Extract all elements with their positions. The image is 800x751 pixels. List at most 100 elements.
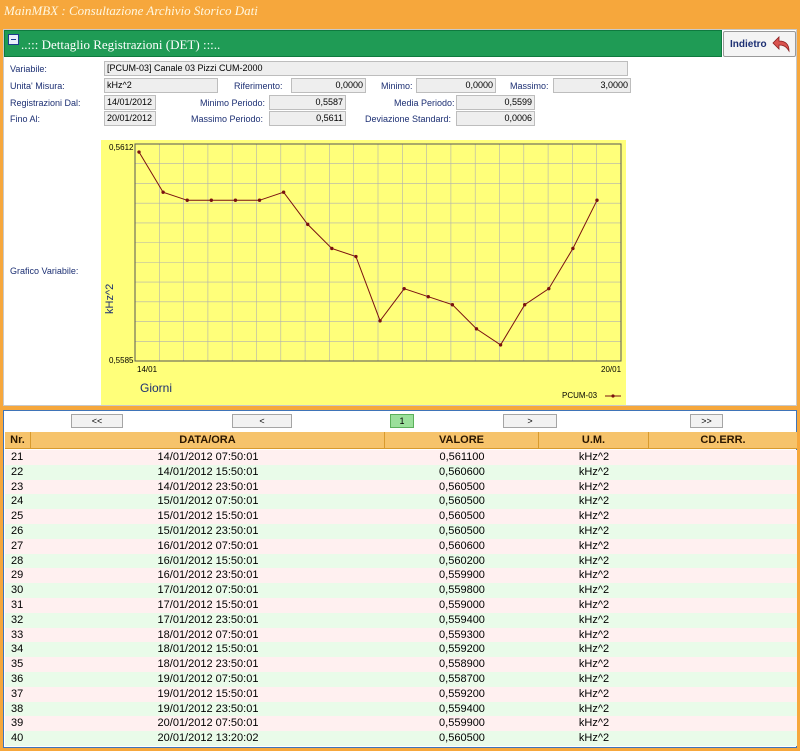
col-header-cd-err[interactable]: CD.ERR. [649, 432, 797, 449]
cell-valore: 0,560500 [439, 480, 485, 493]
col-header-um[interactable]: U.M. [539, 432, 649, 449]
pager-next-button[interactable]: > [503, 414, 557, 428]
cell-nr: 40 [11, 732, 24, 745]
cell-cd-err [649, 509, 797, 524]
cell-data-ora: 19/01/2012 07:50:01 [157, 673, 259, 685]
table-row[interactable]: 22 14/01/2012 15:50:01 0,560600 kHz^2 [5, 464, 797, 480]
back-button-label: Indietro [730, 39, 767, 50]
media-periodo-field: 0,5599 [456, 95, 535, 110]
table-row[interactable]: 26 15/01/2012 23:50:01 0,560500 kHz^2 [5, 524, 797, 539]
chart-point [137, 150, 141, 154]
pager-last-button[interactable]: >> [690, 414, 723, 428]
pager-current-page[interactable]: 1 [390, 414, 414, 428]
cell-cd-err [649, 702, 797, 717]
minimo-field: 0,0000 [416, 78, 496, 93]
cell-valore: 0,560500 [439, 525, 485, 537]
cell-nr: 29 [11, 569, 24, 582]
cell-cd-err [649, 672, 797, 687]
cell-um: kHz^2 [578, 465, 610, 478]
cell-data-ora: 16/01/2012 15:50:01 [157, 554, 259, 567]
cell-nr: 39 [11, 717, 24, 730]
cell-cd-err [649, 716, 797, 731]
chart-point [354, 254, 358, 259]
cell-cd-err [649, 450, 797, 465]
table-row[interactable]: 24 15/01/2012 07:50:01 0,560500 kHz^2 [5, 494, 797, 510]
chart-point [547, 286, 551, 291]
pager-prev-button[interactable]: < [232, 414, 292, 428]
chart-point [378, 319, 382, 323]
cell-cd-err [649, 731, 797, 746]
table-row[interactable]: 36 19/01/2012 07:50:01 0,558700 kHz^2 [5, 672, 797, 687]
cell-valore: 0,559900 [439, 717, 485, 730]
col-header-nr[interactable]: Nr. [5, 432, 31, 449]
chart-point [522, 303, 527, 307]
cell-um: kHz^2 [578, 569, 610, 582]
cell-nr: 38 [11, 702, 24, 715]
table-row[interactable]: 25 15/01/2012 15:50:01 0,560500 kHz^2 [5, 509, 797, 524]
cell-valore: 0,560200 [439, 554, 485, 567]
reg-dal-label: Registrazioni Dal: [10, 98, 81, 108]
cell-valore: 0,559800 [439, 584, 485, 597]
cell-data-ora: 14/01/2012 07:50:01 [157, 451, 259, 463]
table-row[interactable]: 35 18/01/2012 23:50:01 0,558900 kHz^2 [5, 657, 797, 672]
table-row[interactable]: 29 16/01/2012 23:50:01 0,559900 kHz^2 [5, 568, 797, 584]
cell-um: kHz^2 [578, 717, 610, 730]
table-row[interactable]: 23 14/01/2012 23:50:01 0,560500 kHz^2 [5, 479, 797, 495]
cell-valore: 0,558900 [439, 658, 485, 671]
table-row[interactable]: 32 17/01/2012 23:50:01 0,559400 kHz^2 [5, 612, 797, 628]
panel-title: ..::: Dettaglio Registrazioni (DET) :::.… [21, 37, 221, 52]
cell-valore: 0,560500 [439, 495, 485, 508]
chart-svg: 0,5612 0,5585 14/01 20/01 Giorni kHz^2 P… [104, 143, 622, 400]
cell-nr: 27 [11, 539, 24, 552]
x-tick-end: 20/01 [601, 365, 622, 374]
cell-data-ora: 18/01/2012 07:50:01 [157, 628, 259, 641]
legend-label: PCUM-03 [562, 391, 598, 400]
cell-data-ora: 14/01/2012 23:50:01 [157, 480, 259, 493]
cell-cd-err [649, 568, 797, 583]
cell-nr: 24 [11, 495, 24, 508]
pager-first-button[interactable]: << [71, 414, 123, 428]
x-axis-label: Giorni [140, 381, 172, 395]
chart-point [233, 198, 238, 202]
min-periodo-label: Minimo Periodo: [200, 98, 266, 108]
table-row[interactable]: 39 20/01/2012 07:50:01 0,559900 kHz^2 [5, 716, 797, 732]
table-row[interactable]: 21 14/01/2012 07:50:01 0,561100 kHz^2 [5, 450, 797, 465]
collapse-icon[interactable] [8, 34, 19, 45]
table-row[interactable]: 33 18/01/2012 07:50:01 0,559300 kHz^2 [5, 627, 797, 643]
col-header-valore[interactable]: VALORE [385, 432, 539, 449]
y-axis-label: kHz^2 [104, 284, 116, 314]
cell-data-ora: 17/01/2012 23:50:01 [157, 613, 259, 626]
table-row[interactable]: 37 19/01/2012 15:50:01 0,559200 kHz^2 [5, 686, 797, 702]
table-row[interactable]: 27 16/01/2012 07:50:01 0,560600 kHz^2 [5, 538, 797, 554]
cell-um: kHz^2 [578, 599, 610, 611]
cell-nr: 22 [11, 465, 24, 478]
chart-point [257, 198, 262, 202]
cell-nr: 23 [11, 480, 24, 493]
col-header-data-ora[interactable]: DATA/ORA [31, 432, 385, 449]
table-row[interactable]: 30 17/01/2012 07:50:01 0,559800 kHz^2 [5, 583, 797, 598]
chart-point [161, 190, 165, 194]
table-row[interactable]: 28 16/01/2012 15:50:01 0,560200 kHz^2 [5, 553, 797, 569]
table-row[interactable]: 40 20/01/2012 13:20:02 0,560500 kHz^2 [5, 731, 797, 746]
minimo-label: Minimo: [381, 81, 413, 91]
chart-point [402, 286, 406, 291]
cell-data-ora: 18/01/2012 23:50:01 [157, 658, 259, 671]
cell-um: kHz^2 [578, 702, 610, 715]
chart-grid [135, 144, 621, 361]
table-row[interactable]: 38 19/01/2012 23:50:01 0,559400 kHz^2 [5, 701, 797, 717]
cell-nr: 21 [11, 451, 24, 463]
cell-cd-err [649, 598, 797, 613]
cell-um: kHz^2 [578, 687, 610, 700]
cell-um: kHz^2 [578, 732, 610, 745]
cell-um: kHz^2 [578, 613, 610, 626]
cell-nr: 30 [11, 584, 24, 597]
cell-valore: 0,561100 [439, 451, 485, 463]
cell-um: kHz^2 [578, 539, 610, 552]
table-row[interactable]: 31 17/01/2012 15:50:01 0,559000 kHz^2 [5, 598, 797, 613]
cell-data-ora: 15/01/2012 07:50:01 [157, 495, 259, 508]
cell-nr: 33 [11, 628, 24, 641]
table-row[interactable]: 34 18/01/2012 15:50:01 0,559200 kHz^2 [5, 642, 797, 658]
cell-um: kHz^2 [578, 554, 610, 567]
back-button[interactable]: Indietro [723, 31, 796, 57]
variabile-label: Variabile: [10, 64, 47, 74]
